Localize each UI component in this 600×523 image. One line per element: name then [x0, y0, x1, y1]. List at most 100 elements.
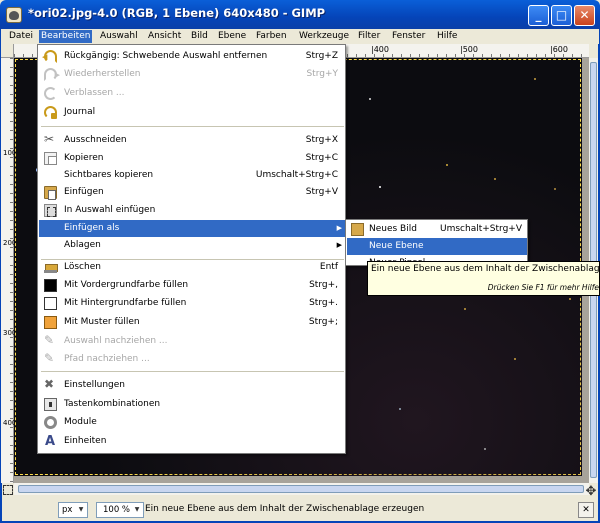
- menu-filter[interactable]: Filter: [356, 30, 382, 43]
- menu-item-copy[interactable]: Kopieren Strg+C: [39, 150, 346, 167]
- menu-item-label: Pfad nachziehen ...: [64, 354, 150, 364]
- menu-item-cut[interactable]: Ausschneiden Strg+X: [39, 131, 346, 149]
- menu-item-preferences[interactable]: Einstellungen: [39, 376, 346, 394]
- star: [399, 408, 401, 410]
- menu-item-buffers[interactable]: Ablagen ▶: [39, 237, 346, 254]
- menubar: Datei Bearbeiten Auswahl Ansicht Bild Eb…: [0, 29, 600, 44]
- menu-item-label: Tastenkombinationen: [64, 399, 161, 409]
- minimize-button[interactable]: _: [528, 5, 549, 26]
- paste-icon: [44, 186, 57, 200]
- paste-into-icon: [44, 204, 57, 217]
- zoom-value: 100 %: [103, 505, 131, 515]
- menu-werkzeuge[interactable]: Werkzeuge: [297, 30, 351, 43]
- horizontal-scroll-thumb[interactable]: [18, 485, 584, 493]
- submenu-item-new-layer[interactable]: Neue Ebene: [347, 238, 527, 255]
- menu-item-shortcut: Strg+;: [308, 317, 338, 327]
- menu-item-units[interactable]: Einheiten: [39, 433, 346, 450]
- menu-item-shortcut: Strg+V: [305, 187, 338, 197]
- menu-item-label: Kopieren: [64, 153, 104, 163]
- submenu-item-new-image[interactable]: Neues Bild Umschalt+Strg+V: [347, 221, 527, 238]
- star: [379, 186, 381, 188]
- stroke-selection-icon: [44, 332, 57, 349]
- menu-bearbeiten[interactable]: Bearbeiten: [39, 30, 93, 43]
- gimp-app-icon[interactable]: [6, 7, 22, 23]
- menu-item-label: Mit Vordergrundfarbe füllen: [64, 280, 189, 290]
- star: [494, 178, 496, 180]
- star: [484, 448, 486, 450]
- menu-item-label: Auswahl nachziehen ...: [64, 336, 168, 346]
- ruler-corner[interactable]: [1, 44, 14, 58]
- menu-item-shortcut: Entf: [319, 262, 338, 272]
- star: [464, 308, 466, 310]
- status-message: Ein neue Ebene aus dem Inhalt der Zwisch…: [145, 504, 425, 514]
- fade-icon: [44, 87, 57, 100]
- menu-item-label: Ablagen: [64, 240, 101, 250]
- unit-select[interactable]: px ▼: [58, 502, 88, 518]
- menu-farben[interactable]: Farben: [254, 30, 289, 43]
- menu-item-label: Journal: [64, 107, 96, 117]
- menu-item-copy-visible[interactable]: Sichtbares kopieren Umschalt+Strg+C: [39, 167, 346, 184]
- keyboard-icon: [44, 398, 57, 411]
- menu-item-shortcuts[interactable]: Tastenkombinationen: [39, 396, 346, 413]
- menu-item-shortcut: Strg+.: [309, 298, 338, 308]
- menu-item-fill-bg[interactable]: Mit Hintergrundfarbe füllen Strg+.: [39, 295, 346, 312]
- navigate-icon[interactable]: ✥: [584, 485, 598, 499]
- menu-item-fill-fg[interactable]: Mit Vordergrundfarbe füllen Strg+,: [39, 277, 346, 294]
- cancel-button[interactable]: ✕: [578, 502, 594, 518]
- zoom-select[interactable]: 100 % ▼: [96, 502, 144, 518]
- ruler-label: |400: [371, 45, 389, 54]
- close-button[interactable]: ✕: [574, 5, 595, 26]
- menu-item-label: Einheiten: [64, 436, 107, 446]
- menu-auswahl[interactable]: Auswahl: [98, 30, 140, 43]
- menu-fenster[interactable]: Fenster: [390, 30, 427, 43]
- menu-ansicht[interactable]: Ansicht: [146, 30, 183, 43]
- ruler-label: |500: [460, 45, 478, 54]
- redo-icon: [44, 67, 60, 84]
- menu-item-label: Verblassen ...: [64, 88, 125, 98]
- ruler-label: 200: [3, 239, 17, 247]
- star: [446, 164, 448, 166]
- copy-icon: [44, 152, 57, 165]
- menu-hilfe[interactable]: Hilfe: [435, 30, 459, 43]
- unit-value: px: [62, 505, 73, 515]
- ruler-label: 300: [3, 329, 17, 337]
- menu-item-journal[interactable]: Journal: [39, 104, 346, 121]
- maximize-button[interactable]: □: [551, 5, 572, 26]
- menu-item-modules[interactable]: Module: [39, 414, 346, 431]
- menu-item-stroke-path[interactable]: Pfad nachziehen ...: [39, 350, 346, 368]
- journal-icon: [44, 106, 57, 119]
- star: [554, 188, 556, 190]
- star: [514, 358, 516, 360]
- menu-item-undo[interactable]: Rückgängig: Schwebende Auswahl entfernen…: [39, 48, 346, 66]
- menu-item-shortcut: Strg+Z: [305, 51, 338, 61]
- menu-item-clear[interactable]: Löschen Entf: [39, 259, 346, 276]
- tooltip: Ein neue Ebene aus dem Inhalt der Zwisch…: [367, 261, 600, 296]
- tooltip-text: Ein neue Ebene aus dem Inhalt der Zwisch…: [371, 264, 600, 274]
- menu-item-paste-as[interactable]: Einfügen als ▶: [39, 220, 346, 237]
- horizontal-scrollbar[interactable]: [14, 483, 589, 495]
- menu-item-paste[interactable]: Einfügen Strg+V: [39, 184, 346, 201]
- menu-item-paste-into[interactable]: In Auswahl einfügen: [39, 202, 346, 219]
- scissors-icon: [44, 131, 57, 148]
- preferences-icon: [44, 376, 57, 393]
- menu-item-shortcut: Strg+,: [309, 280, 338, 290]
- menu-bild[interactable]: Bild: [189, 30, 210, 43]
- menu-item-shortcut: Strg+Y: [306, 69, 338, 79]
- module-icon: [44, 416, 57, 429]
- star: [569, 298, 571, 300]
- chevron-down-icon: ▼: [78, 506, 84, 513]
- menu-item-label: Ausschneiden: [64, 135, 127, 145]
- menu-item-fade[interactable]: Verblassen ...: [39, 85, 346, 102]
- menu-datei[interactable]: Datei: [7, 30, 35, 43]
- menu-item-shortcut: Strg+X: [305, 135, 338, 145]
- edit-menu: Rückgängig: Schwebende Auswahl entfernen…: [37, 44, 346, 454]
- menu-item-fill-pattern[interactable]: Mit Muster füllen Strg+;: [39, 314, 346, 331]
- chevron-down-icon: ▼: [134, 506, 140, 513]
- menu-item-label: Sichtbares kopieren: [64, 170, 154, 180]
- menu-item-stroke-selection[interactable]: Auswahl nachziehen ...: [39, 332, 346, 350]
- submenu-item-label: Neues Bild: [369, 224, 417, 234]
- menu-ebene[interactable]: Ebene: [216, 30, 248, 43]
- menu-item-redo[interactable]: Wiederherstellen Strg+Y: [39, 66, 346, 84]
- paste-icon: [351, 223, 364, 236]
- quick-mask-toggle-icon[interactable]: [3, 485, 13, 495]
